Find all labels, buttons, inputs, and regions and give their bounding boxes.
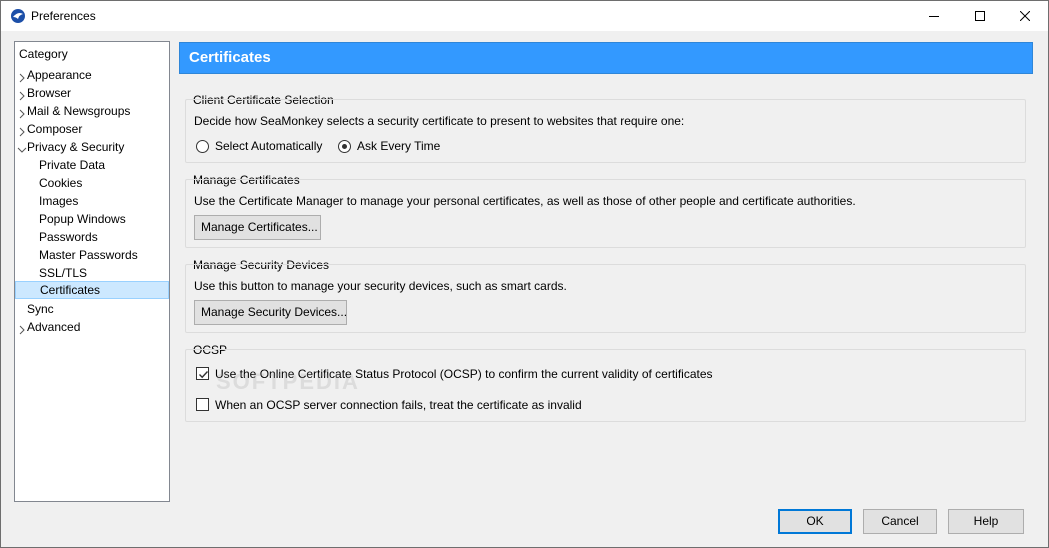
sidebar-item-images[interactable]: Images: [39, 192, 78, 210]
sidebar-item-mail-newsgroups[interactable]: Mail & Newsgroups: [19, 102, 131, 120]
manage-certificates-button[interactable]: Manage Certificates...: [194, 215, 321, 240]
select-automatically-radio[interactable]: [196, 140, 209, 153]
sidebar-item-label: Private Data: [39, 158, 106, 172]
page-title: Certificates: [179, 42, 1033, 74]
chevron-right-icon[interactable]: [17, 106, 27, 119]
sidebar-item-passwords[interactable]: Passwords: [39, 228, 98, 246]
sidebar-item-label: Cookies: [39, 176, 83, 190]
category-tree[interactable]: Category Appearance Browser Mail & Newsgro…: [14, 41, 170, 502]
sidebar-item-label: Popup Windows: [39, 212, 126, 226]
chevron-right-icon[interactable]: [17, 124, 27, 137]
sidebar-item-sync[interactable]: Sync: [27, 300, 54, 318]
client-cert-description: Decide how SeaMonkey selects a security …: [194, 114, 685, 128]
sidebar-item-privacy-security[interactable]: Privacy & Security: [17, 138, 125, 156]
sidebar-item-label: Privacy & Security: [27, 140, 125, 154]
sidebar-item-label: Advanced: [27, 320, 81, 334]
seamonkey-logo-icon: [10, 8, 26, 24]
maximize-button[interactable]: [957, 1, 1003, 31]
window-title: Preferences: [31, 9, 96, 23]
maximize-icon: [975, 11, 985, 21]
title-bar: Preferences: [1, 1, 1048, 31]
ocsp-fail-invalid-checkbox[interactable]: [196, 398, 209, 411]
sidebar-item-label: Images: [39, 194, 79, 208]
client-cert-group: [185, 99, 1026, 163]
sidebar-item-label: Appearance: [27, 68, 92, 82]
ask-every-time-label[interactable]: Ask Every Time: [357, 139, 440, 153]
manage-certs-description: Use the Certificate Manager to manage yo…: [194, 194, 856, 208]
sidebar-item-label: Mail & Newsgroups: [27, 104, 131, 118]
chevron-down-icon[interactable]: [17, 142, 27, 153]
sidebar-item-label: SSL/TLS: [39, 266, 88, 280]
select-automatically-label[interactable]: Select Automatically: [215, 139, 322, 153]
sidebar-item-label: Passwords: [39, 230, 98, 244]
preferences-window: Preferences Category Appearance Browser Ma…: [0, 0, 1049, 548]
sidebar-item-label: Browser: [27, 86, 72, 100]
sidebar-item-label: Sync: [27, 302, 54, 316]
sidebar-item-ssl-tls[interactable]: SSL/TLS: [39, 264, 87, 282]
sidebar-item-private-data[interactable]: Private Data: [39, 156, 105, 174]
security-devices-description: Use this button to manage your security …: [194, 279, 567, 293]
sidebar-item-appearance[interactable]: Appearance: [19, 66, 92, 84]
sidebar-item-label: Master Passwords: [39, 248, 138, 262]
sidebar-item-cookies[interactable]: Cookies: [39, 174, 82, 192]
chevron-right-icon[interactable]: [17, 70, 27, 83]
sidebar-item-advanced[interactable]: Advanced: [19, 318, 81, 336]
sidebar-item-label: Composer: [27, 122, 83, 136]
use-ocsp-checkbox[interactable]: [196, 367, 209, 380]
ocsp-fail-invalid-label[interactable]: When an OCSP server connection fails, tr…: [215, 398, 582, 412]
manage-security-devices-button[interactable]: Manage Security Devices...: [194, 300, 347, 325]
sidebar-item-composer[interactable]: Composer: [19, 120, 83, 138]
close-icon: [1020, 11, 1030, 21]
checkmark-icon: [199, 371, 209, 379]
ok-button[interactable]: OK: [778, 509, 852, 534]
sidebar-item-master-passwords[interactable]: Master Passwords: [39, 246, 138, 264]
cancel-button[interactable]: Cancel: [863, 509, 937, 534]
ask-every-time-radio[interactable]: [338, 140, 351, 153]
chevron-right-icon[interactable]: [17, 322, 27, 335]
sidebar-item-label: Certificates: [40, 283, 101, 297]
tree-header: Category: [19, 47, 68, 61]
minimize-icon: [929, 11, 939, 21]
help-button[interactable]: Help: [948, 509, 1024, 534]
sidebar-item-popup-windows[interactable]: Popup Windows: [39, 210, 126, 228]
chevron-right-icon[interactable]: [17, 88, 27, 101]
close-button[interactable]: [1002, 1, 1048, 31]
use-ocsp-label[interactable]: Use the Online Certificate Status Protoc…: [215, 367, 713, 381]
sidebar-item-certificates[interactable]: Certificates: [15, 281, 169, 299]
sidebar-item-browser[interactable]: Browser: [19, 84, 72, 102]
minimize-button[interactable]: [911, 1, 957, 31]
